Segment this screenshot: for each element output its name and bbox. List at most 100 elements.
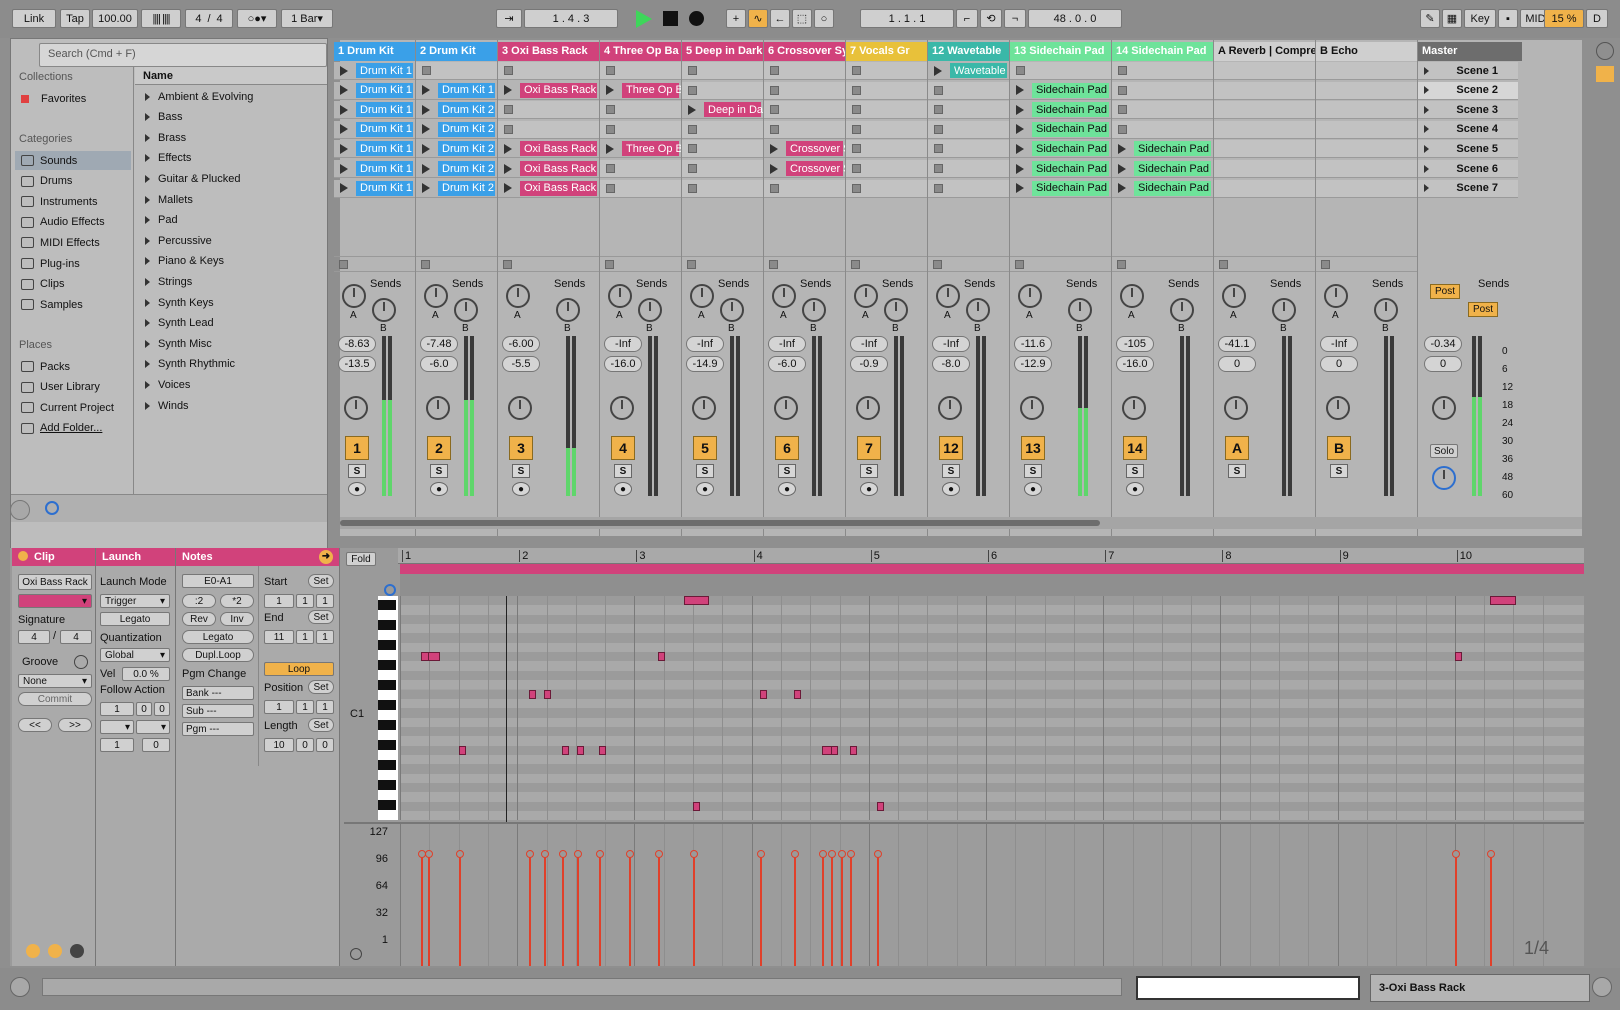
- follow-chance-a[interactable]: 1: [100, 738, 134, 752]
- start-sixteenths[interactable]: 1: [316, 594, 334, 608]
- midi-note[interactable]: [458, 745, 466, 755]
- clip-launch-icon[interactable]: [1016, 163, 1024, 174]
- fold-button[interactable]: Fold: [346, 552, 376, 566]
- tap-button[interactable]: Tap: [60, 9, 90, 28]
- clip[interactable]: Drum Kit 1: [356, 82, 413, 98]
- clip-sig-num[interactable]: 4: [18, 630, 50, 644]
- clip[interactable]: Sidechain Pad: [1032, 161, 1109, 176]
- clip-slot[interactable]: [1316, 140, 1417, 159]
- clip-stop-icon[interactable]: [688, 144, 697, 154]
- send-b-knob[interactable]: [454, 298, 478, 322]
- track-header[interactable]: B Echo: [1316, 42, 1417, 61]
- clip-slot[interactable]: Drum Kit 1: [334, 140, 415, 159]
- midi-note[interactable]: [561, 745, 569, 755]
- track-activator-button[interactable]: 4: [611, 436, 635, 460]
- groove-pool-icon[interactable]: [10, 500, 30, 520]
- clip-sig-den[interactable]: 4: [60, 630, 92, 644]
- clip-slot[interactable]: Sidechain Pad: [1010, 179, 1111, 198]
- midi-note[interactable]: [831, 745, 839, 755]
- clip[interactable]: Oxi Bass Rack: [520, 161, 597, 176]
- commit-button[interactable]: Commit: [18, 692, 92, 706]
- sidebar-item-instruments[interactable]: Instruments: [15, 192, 131, 211]
- clip-slot[interactable]: [928, 160, 1009, 178]
- clip-slot[interactable]: [1316, 62, 1417, 80]
- clip[interactable]: Sidechain Pad: [1032, 121, 1109, 137]
- track-activator-button[interactable]: 7: [857, 436, 881, 460]
- launch-mode-select[interactable]: Trigger ▾: [100, 594, 170, 608]
- midi-note[interactable]: [528, 689, 536, 699]
- beat-time-ruler[interactable]: 1 2 3 4 5 6 7 8 9 10: [398, 548, 1584, 564]
- clip-stop-icon[interactable]: [1118, 105, 1127, 115]
- quantize-menu[interactable]: 1 Bar ▾: [281, 9, 333, 28]
- clip-launch-icon[interactable]: [504, 183, 512, 194]
- clip-slot[interactable]: Oxi Bass Rack: [498, 179, 599, 198]
- clip[interactable]: Sidechain Pad: [1032, 141, 1109, 157]
- clip-slot[interactable]: [1112, 62, 1213, 80]
- computer-keyboard-button[interactable]: ▦: [1442, 9, 1462, 28]
- clip-slot[interactable]: Sidechain Pad: [1010, 101, 1111, 120]
- clip[interactable]: Oxi Bass Rack: [520, 180, 597, 196]
- clip-stop-icon[interactable]: [504, 105, 513, 115]
- clip-slot[interactable]: Oxi Bass Rack: [498, 81, 599, 100]
- detail-view-toggle-icon[interactable]: [1592, 977, 1612, 997]
- track-activator-button[interactable]: 1: [345, 436, 369, 460]
- track-header[interactable]: 14 Sidechain Pad: [1112, 42, 1213, 61]
- end-beats[interactable]: 1: [296, 630, 314, 644]
- clip[interactable]: Three Op Ba: [622, 82, 681, 98]
- cue-volume-knob[interactable]: [1432, 466, 1456, 490]
- expand-icon[interactable]: [145, 154, 150, 163]
- nudge-buttons[interactable]: |||| ||||: [141, 9, 181, 28]
- track-header[interactable]: 12 Wavetable: [928, 42, 1009, 61]
- clip-slot[interactable]: [1214, 101, 1315, 120]
- send-b-knob[interactable]: [556, 298, 580, 322]
- velocity-marker[interactable]: [455, 850, 464, 966]
- midi-note[interactable]: [693, 801, 701, 811]
- master-header[interactable]: Master: [1418, 42, 1522, 61]
- clip-slot[interactable]: [498, 101, 599, 120]
- clip-slot[interactable]: Crossover Sy: [764, 160, 845, 178]
- black-key[interactable]: [378, 780, 396, 790]
- clip-slot[interactable]: [846, 140, 927, 159]
- clip-launch-icon[interactable]: [606, 143, 614, 154]
- velocity-marker[interactable]: [654, 850, 663, 966]
- pan-knob[interactable]: [1122, 396, 1146, 420]
- expand-icon[interactable]: [145, 195, 150, 204]
- arm-button[interactable]: ●: [942, 482, 960, 496]
- name-column-header[interactable]: Name: [135, 67, 327, 85]
- clip-slot[interactable]: [846, 62, 927, 80]
- volume-field[interactable]: -Inf: [850, 336, 888, 352]
- follow-time-bars[interactable]: 1: [100, 702, 134, 716]
- browser-item[interactable]: Mallets: [135, 190, 325, 209]
- pan-knob[interactable]: [1224, 396, 1248, 420]
- send-a-knob[interactable]: [854, 284, 878, 308]
- clip-slot[interactable]: Crossover Sy: [764, 140, 845, 159]
- clip[interactable]: Drum Kit 1: [356, 102, 413, 118]
- track-header[interactable]: 7 Vocals Gr: [846, 42, 927, 61]
- clip-slot[interactable]: [416, 62, 497, 80]
- clip-launch-icon[interactable]: [340, 65, 348, 76]
- expand-icon[interactable]: [145, 319, 150, 328]
- clip-slot[interactable]: [928, 140, 1009, 159]
- note-grid[interactable]: [400, 596, 1584, 820]
- arm-button[interactable]: ●: [778, 482, 796, 496]
- link-button[interactable]: Link: [12, 9, 56, 28]
- legato-notes-button[interactable]: Legato: [182, 630, 254, 644]
- clip-slot[interactable]: Sidechain Pad: [1010, 81, 1111, 100]
- clip[interactable]: Oxi Bass Rack: [520, 82, 597, 98]
- clip-stop-icon[interactable]: [688, 164, 697, 173]
- track-activator-button[interactable]: 14: [1123, 436, 1147, 460]
- velocity-field[interactable]: 0.0 %: [122, 667, 170, 681]
- track-header[interactable]: 5 Deep in Dark: [682, 42, 763, 61]
- clip-slot[interactable]: [928, 179, 1009, 198]
- clip-slot[interactable]: Sidechain Pad: [1010, 160, 1111, 178]
- sub-bank-field[interactable]: Sub ---: [182, 704, 254, 718]
- clip-launch-icon[interactable]: [504, 85, 512, 96]
- pan-knob[interactable]: [610, 396, 634, 420]
- clip-stop-icon[interactable]: [606, 124, 615, 134]
- punch-in-button[interactable]: ⌐: [956, 9, 978, 28]
- back-to-arrangement-button[interactable]: ←: [770, 9, 790, 28]
- black-key[interactable]: [378, 800, 396, 810]
- reverse-button[interactable]: Rev: [182, 612, 216, 626]
- clip-slot[interactable]: [1112, 101, 1213, 120]
- clip-stop-icon[interactable]: [1118, 66, 1127, 75]
